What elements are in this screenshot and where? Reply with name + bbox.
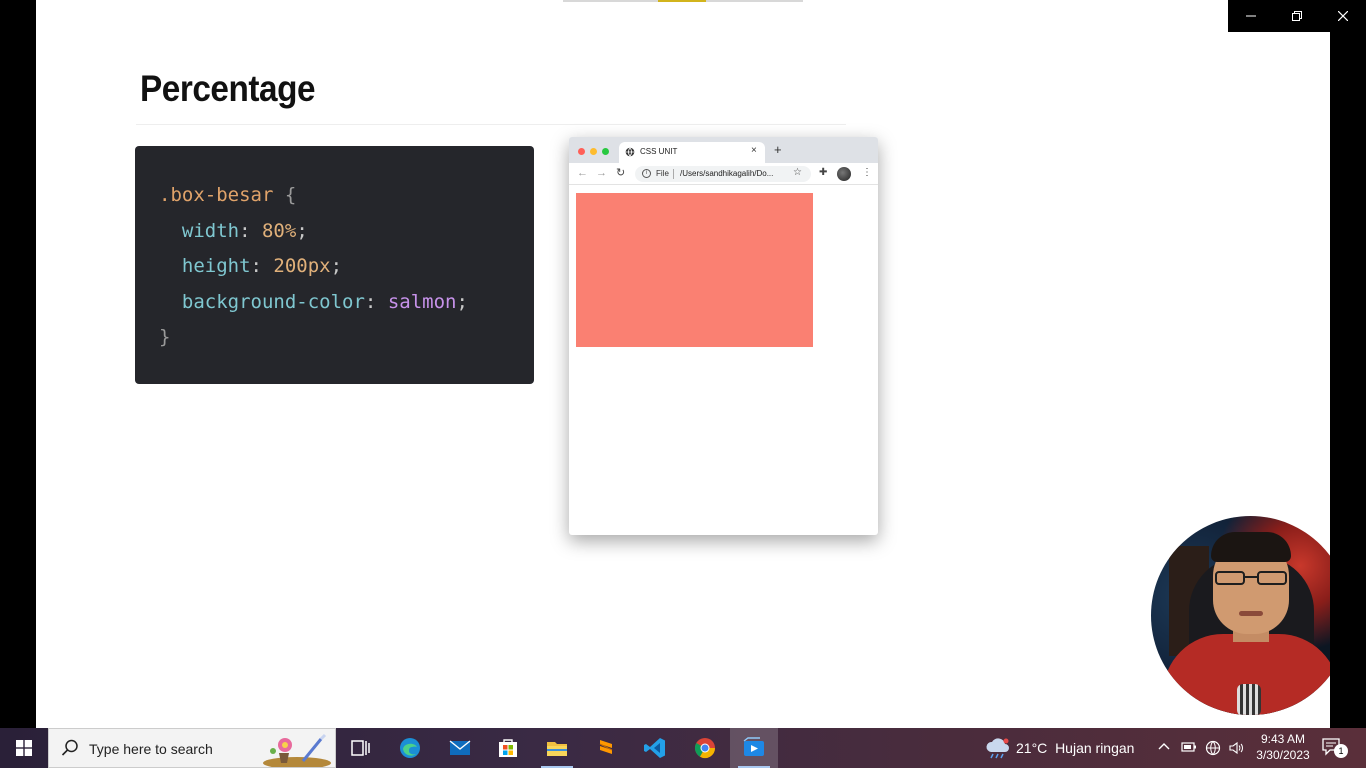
taskbar-search-box[interactable]: Type here to search [48,728,336,768]
close-icon [1337,10,1349,22]
sublime-text-button[interactable] [582,728,630,768]
mock-new-tab-icon: + [774,142,782,157]
open-brace: { [284,184,297,206]
network-button[interactable] [1205,740,1221,759]
css-property: height [181,255,251,277]
start-button[interactable] [0,728,48,768]
mock-url: /Users/sandhikagalih/Do... [680,169,774,178]
restore-button[interactable] [1274,0,1320,32]
code-line-close: } [159,320,534,356]
system-clock[interactable]: 9:43 AM 3/30/2023 [1248,731,1318,763]
speaker-icon [1229,741,1243,755]
windows-logo-icon [16,740,32,756]
slide-progress-strip [563,0,803,2]
css-selector: .box-besar [159,184,274,206]
file-explorer-button[interactable] [533,728,581,768]
mock-forward-icon: → [596,167,607,179]
mock-tab-close-icon: × [751,145,757,156]
css-value: salmon [387,290,457,313]
globe-icon [625,147,635,157]
mock-browser-window: CSS UNIT × + ← → ↻ i File /Users/sandhik… [569,137,878,535]
store-icon [499,739,517,757]
close-button[interactable] [1320,0,1366,32]
mock-tab: CSS UNIT × [619,142,765,163]
edge-button[interactable] [386,728,434,768]
window-controls [1228,0,1366,32]
css-value: 80% [261,219,297,242]
mock-toolbar: ← → ↻ i File /Users/sandhikagalih/Do... … [569,163,878,185]
presentation-slide: Percentage .box-besar { width: 80%; heig… [36,0,1330,728]
taskbar: Type here to search 21°C Hujan ringan 9:… [0,728,1366,768]
slide-title: Percentage [140,68,316,109]
show-hidden-icons-button[interactable] [1157,740,1171,757]
css-property: width [181,219,240,242]
mock-extensions-icon: ✚ [819,167,828,178]
chrome-icon [694,738,716,759]
vscode-button[interactable] [631,728,679,768]
edge-icon [400,738,420,758]
video-player-button[interactable] [730,728,778,768]
task-view-icon [351,740,370,756]
code-line-height: height: 200px; [181,255,343,277]
sublime-text-icon [599,740,613,754]
rain-cloud-icon [986,738,1009,759]
mock-tab-title: CSS UNIT [640,147,678,156]
chrome-button[interactable] [681,728,729,768]
mock-tab-bar: CSS UNIT × + [569,137,878,163]
css-value: 200px [273,255,331,277]
store-button[interactable] [484,728,532,768]
traffic-zoom-icon [602,148,609,155]
code-line-selector: .box-besar { [159,178,534,214]
clock-date: 3/30/2023 [1256,748,1310,762]
globe-network-icon [1205,740,1221,756]
salmon-box-demo [576,193,813,347]
code-snippet: .box-besar { width: 80%; height: 200px; … [135,146,534,384]
mock-avatar [837,167,851,181]
mock-menu-icon: ⋮ [862,167,872,178]
battery-icon [1181,742,1196,752]
mock-back-icon: ← [577,167,588,179]
code-line-width: width: 80%; [181,219,308,242]
close-brace: } [159,326,171,348]
video-player-icon [743,737,764,756]
microphone [1237,684,1261,715]
file-explorer-icon [547,742,567,756]
mock-reload-icon: ↻ [616,167,626,179]
mock-file-label: File [656,169,669,178]
traffic-minimize-icon [590,148,597,155]
minimize-button[interactable] [1228,0,1274,32]
mock-info-icon: i [642,169,651,178]
weather-temp: 21°C [1016,740,1048,756]
chevron-up-icon [1158,743,1170,750]
notification-count-badge: 1 [1334,744,1348,758]
task-view-button[interactable] [336,728,384,768]
traffic-close-icon [578,148,585,155]
vscode-icon [644,738,665,758]
mail-button[interactable] [436,728,484,768]
search-highlight-art-icon [263,733,331,767]
presenter-webcam [1151,516,1330,715]
weather-condition: Hujan ringan [1055,740,1135,756]
mock-address-bar: i File /Users/sandhikagalih/Do... ☆ [635,166,811,182]
title-divider [136,124,846,125]
action-center-button[interactable]: 1 [1322,738,1348,758]
mock-star-icon: ☆ [793,167,802,178]
volume-button[interactable] [1228,740,1244,759]
screen: Percentage .box-besar { width: 80%; heig… [0,0,1366,768]
search-placeholder: Type here to search [89,741,213,757]
minimize-icon [1246,15,1256,17]
mail-icon [449,740,471,755]
css-property: background-color [181,290,365,313]
search-icon [61,739,78,756]
code-line-background: background-color: salmon; [181,290,468,313]
clock-time: 9:43 AM [1260,732,1306,746]
battery-button[interactable] [1181,740,1197,757]
restore-icon [1292,11,1302,21]
